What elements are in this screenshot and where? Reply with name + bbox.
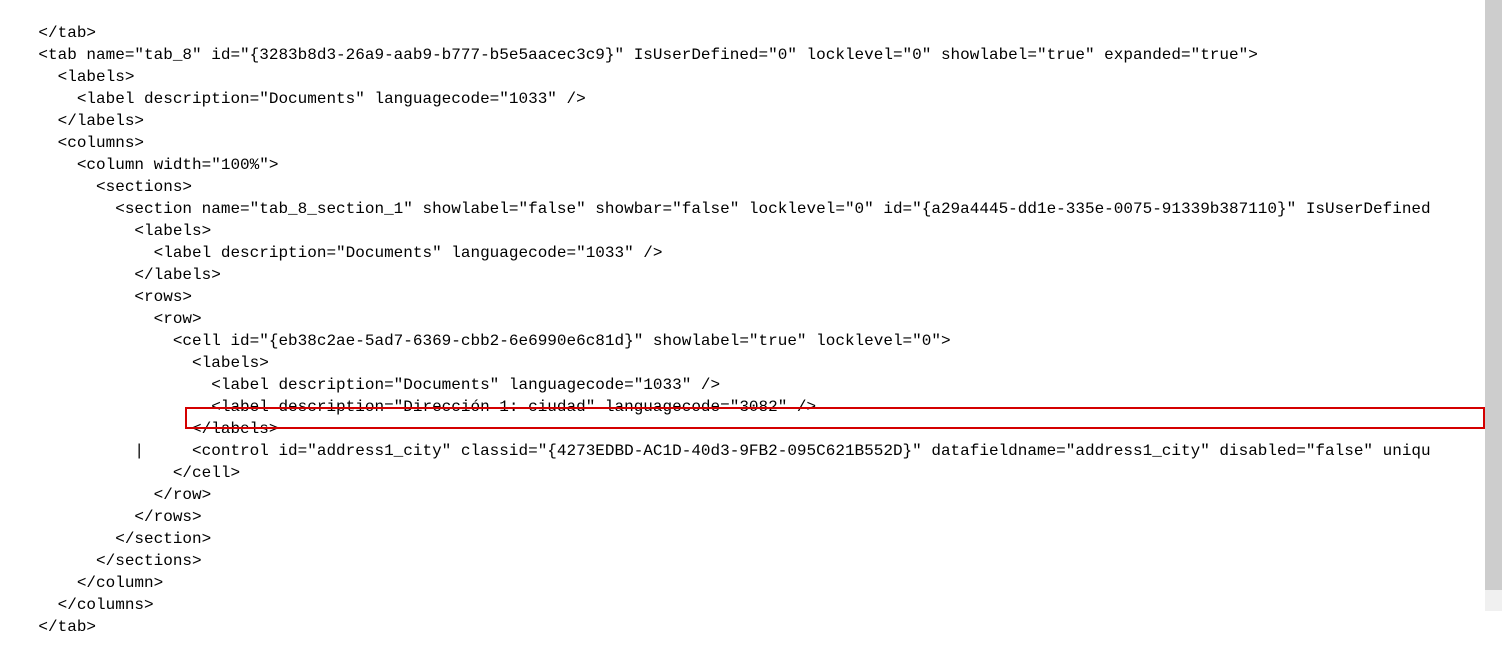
code-line: </row> (0, 486, 211, 504)
code-block[interactable]: </tab> <tab name="tab_8" id="{3283b8d3-2… (0, 0, 1502, 660)
code-line: </columns> (0, 596, 154, 614)
code-line: </cell> (0, 464, 240, 482)
code-line: </column> (0, 574, 163, 592)
code-line: <column width="100%"> (0, 156, 278, 174)
code-line: <sections> (0, 178, 192, 196)
code-line: </section> (0, 530, 211, 548)
code-line: <section name="tab_8_section_1" showlabe… (0, 200, 1431, 218)
code-line: <label description="Dirección 1: ciudad"… (0, 398, 816, 416)
code-line: </labels> (0, 420, 278, 438)
code-line: <labels> (0, 354, 269, 372)
code-line: <row> (0, 310, 202, 328)
code-line: </tab> (0, 24, 96, 42)
code-line: </rows> (0, 508, 202, 526)
vertical-scrollbar-thumb[interactable] (1485, 0, 1502, 590)
code-line: <rows> (0, 288, 192, 306)
code-line: </tab> (0, 618, 96, 636)
code-line: </sections> (0, 552, 202, 570)
code-line: </labels> (0, 266, 221, 284)
code-line: <tab name="tab_8" id="{3283b8d3-26a9-aab… (0, 46, 1258, 64)
code-line: <label description="Documents" languagec… (0, 244, 663, 262)
code-line: <labels> (0, 68, 134, 86)
code-line: <cell id="{eb38c2ae-5ad7-6369-cbb2-6e699… (0, 332, 951, 350)
code-line: </labels> (0, 112, 144, 130)
code-line: <columns> (0, 134, 144, 152)
code-line: <label description="Documents" languagec… (0, 90, 586, 108)
code-line: | <control id="address1_city" classid="{… (0, 442, 1431, 460)
code-line: <label description="Documents" languagec… (0, 376, 720, 394)
vertical-scrollbar-track[interactable] (1485, 0, 1502, 611)
code-line: <labels> (0, 222, 211, 240)
